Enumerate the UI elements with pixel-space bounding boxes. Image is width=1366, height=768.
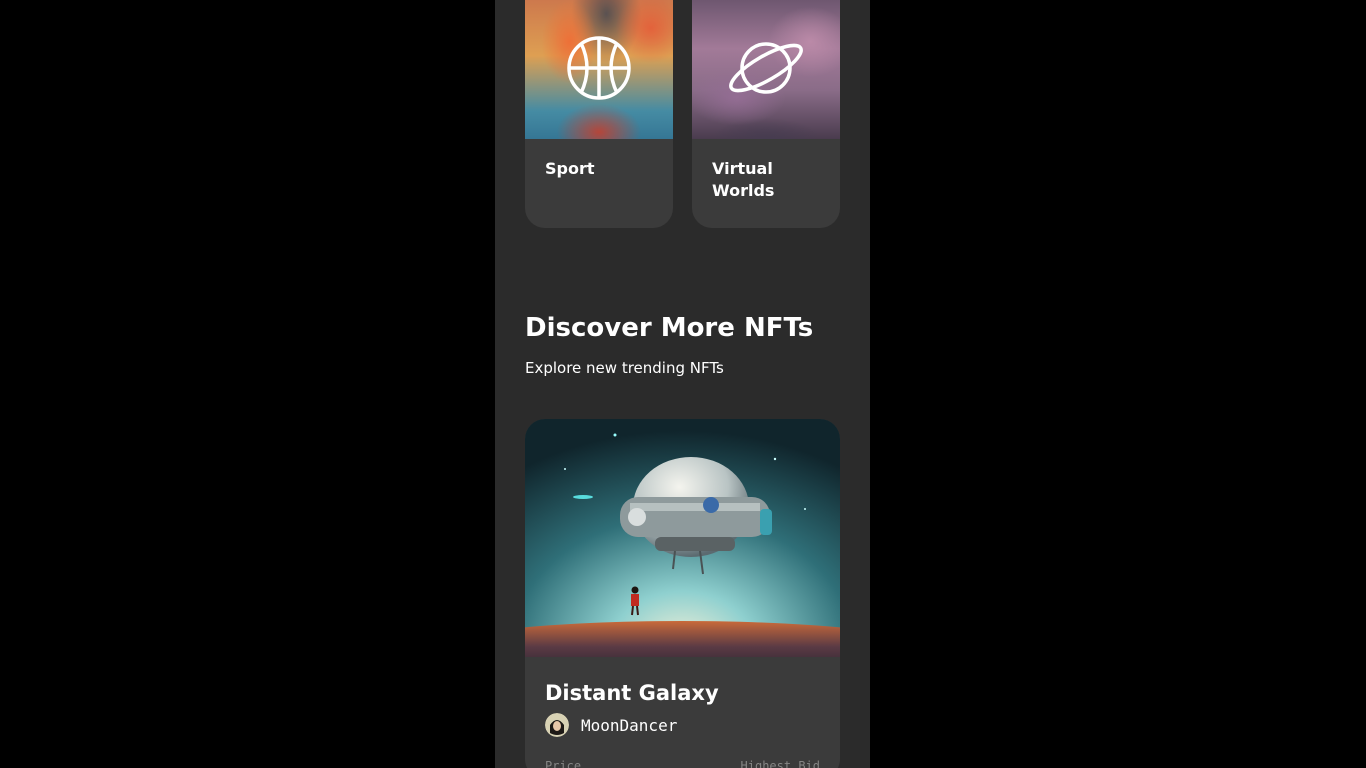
category-card-sport[interactable]: Sport (525, 0, 673, 228)
nft-image (525, 419, 840, 657)
highest-bid-label: Highest Bid (740, 759, 820, 768)
category-label-virtual-worlds: Virtual Worlds (712, 159, 775, 200)
discover-title: Discover More NFTs (525, 313, 814, 343)
nft-card[interactable]: Distant Galaxy MoonDancer Price Highest … (525, 419, 840, 768)
category-label-sport: Sport (545, 159, 595, 178)
category-card-virtual-worlds[interactable]: Virtual Worlds (692, 0, 840, 228)
avatar (545, 713, 569, 737)
app-viewport: Sport Virtual Worlds Discover More NFTs … (495, 0, 870, 768)
nft-title: Distant Galaxy (545, 681, 719, 705)
price-label: Price (545, 759, 582, 768)
artist-name: MoonDancer (581, 715, 678, 735)
discover-subtitle: Explore new trending NFTs (525, 359, 724, 377)
planet-icon (729, 42, 803, 94)
basketball-icon (567, 36, 631, 100)
artist-row[interactable]: MoonDancer (545, 712, 677, 738)
